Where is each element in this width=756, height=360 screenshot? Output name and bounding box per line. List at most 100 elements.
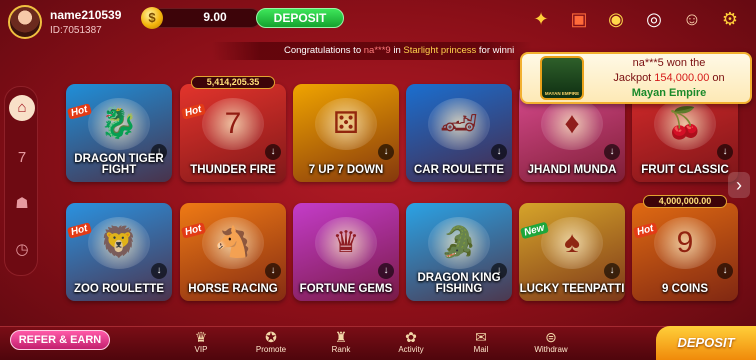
nav-label: Withdraw	[534, 345, 568, 354]
nav-label: Rank	[331, 345, 351, 354]
game-label: LUCKY TEENPATTI	[519, 283, 625, 295]
nav-item-promote[interactable]: ✪ Promote	[246, 329, 296, 354]
nav-item-withdraw[interactable]: ⊜ Withdraw	[526, 329, 576, 354]
game-label: CAR ROULETTE	[413, 164, 505, 176]
jackpot-game: Mayan Empire	[631, 87, 707, 99]
game-tile[interactable]: 9 Hot ↓ 9 COINS	[632, 203, 738, 301]
game-label: HORSE RACING	[188, 283, 278, 295]
game-label: FRUIT CLASSIC	[641, 164, 729, 176]
download-icon[interactable]: ↓	[151, 263, 167, 279]
game-art: 9	[654, 217, 716, 269]
refer-earn-button[interactable]: REFER & EARN	[10, 330, 110, 350]
game-art: 🍒	[654, 98, 716, 150]
game-label: DRAGON TIGER FIGHT	[74, 153, 164, 176]
winner-marquee: Congratulations to na***9 in Starlight p…	[212, 42, 532, 60]
download-icon[interactable]: ↓	[265, 144, 281, 160]
game-tile[interactable]: ♠ New ↓ LUCKY TEENPATTI	[519, 203, 625, 301]
gift-icon[interactable]: ▣	[565, 5, 593, 33]
mail-icon: ✉	[475, 329, 487, 345]
balance-value: 9.00	[203, 10, 227, 24]
jackpot-pool-badge: 4,000,000.00	[643, 195, 727, 208]
scroll-right-arrow-icon[interactable]: ›	[728, 172, 750, 198]
support-agent-icon[interactable]: ☺	[678, 5, 706, 33]
coin-icon: $	[141, 7, 163, 29]
nav-item-rank[interactable]: ♜ Rank	[316, 329, 366, 354]
nav-item-mail[interactable]: ✉ Mail	[456, 329, 506, 354]
marquee-mid: in	[390, 45, 404, 56]
slots-777-icon[interactable]: 7	[9, 145, 35, 171]
game-art: 🦁	[88, 217, 150, 269]
spin-wheel-icon[interactable]: ◉	[602, 5, 630, 33]
people-icon[interactable]: ☗	[9, 191, 35, 217]
jackpot-word: Jackpot	[613, 72, 655, 84]
marquee-prefix: Congratulations to	[284, 45, 364, 56]
game-art: ♦	[541, 98, 603, 150]
nav-label: VIP	[194, 345, 208, 354]
game-art: 🏎	[428, 98, 490, 150]
download-icon[interactable]: ↓	[717, 263, 733, 279]
game-tile[interactable]: 🐴 Hot ↓ HORSE RACING	[180, 203, 286, 301]
avatar[interactable]	[8, 5, 42, 39]
jackpot-pool-badge: 5,414,205.35	[191, 76, 275, 89]
nav-label: Mail	[473, 345, 489, 354]
withdraw-icon: ⊜	[545, 329, 557, 345]
game-art: 🐴	[202, 217, 264, 269]
jackpot-amount-line: Jackpot 154,000.00 on	[594, 72, 744, 84]
promote-icon: ✪	[265, 329, 277, 345]
game-label: 7 UP 7 DOWN	[308, 164, 384, 176]
vip-crown-icon: ♛	[194, 329, 208, 345]
category-rail: ⌂ 7 ☗ ◷	[4, 86, 38, 276]
bottom-bar	[0, 326, 756, 360]
mayan-empire-thumbnail: MAYAN EMPIRE	[540, 56, 584, 100]
marquee-game: Starlight princess	[403, 45, 477, 56]
game-art: 🐊	[428, 217, 490, 269]
user-id: ID:7051387	[50, 25, 102, 36]
download-icon[interactable]: ↓	[378, 263, 394, 279]
activity-gift-icon: ✿	[405, 329, 417, 345]
jackpot-notification: MAYAN EMPIRE na***5 won the Jackpot 154,…	[520, 52, 752, 104]
top-bar: name210539 ID:7051387 $ 9.00 DEPOSIT ✦ ▣…	[0, 0, 756, 42]
game-tile[interactable]: 🏎 ↓ CAR ROULETTE	[406, 84, 512, 182]
game-tile[interactable]: ⚄ ↓ 7 UP 7 DOWN	[293, 84, 399, 182]
game-label: THUNDER FIRE	[190, 164, 276, 176]
gift-box-icon[interactable]: ✦	[527, 5, 555, 33]
nav-item-vip[interactable]: ♛ VIP	[176, 329, 226, 354]
download-icon[interactable]: ↓	[378, 144, 394, 160]
home-icon[interactable]: ⌂	[9, 95, 35, 121]
marquee-suffix: for winni	[476, 45, 515, 56]
game-art: ⚄	[315, 98, 377, 150]
jackpot-winner: na***5 won the	[632, 57, 706, 69]
nav-label: Promote	[255, 345, 287, 354]
game-label: DRAGON KING FISHING	[417, 272, 501, 295]
game-tile[interactable]: 🦁 Hot ↓ ZOO ROULETTE	[66, 203, 172, 301]
nav-label: Activity	[398, 345, 424, 354]
game-art: ♛	[315, 217, 377, 269]
game-art: ♠	[541, 217, 603, 269]
jackpot-on-word: on	[709, 72, 725, 84]
download-icon[interactable]: ↓	[265, 263, 281, 279]
download-icon[interactable]: ↓	[491, 144, 507, 160]
history-icon[interactable]: ◷	[9, 237, 35, 263]
trophy-icon: ♜	[334, 329, 348, 345]
game-label: JHANDI MUNDA	[527, 164, 617, 176]
game-label: FORTUNE GEMS	[299, 283, 393, 295]
game-tile[interactable]: ♛ ↓ FORTUNE GEMS	[293, 203, 399, 301]
gear-icon[interactable]: ⚙	[716, 5, 744, 33]
download-icon[interactable]: ↓	[604, 263, 620, 279]
marquee-user: na***9	[363, 45, 391, 56]
download-icon[interactable]: ↓	[717, 144, 733, 160]
game-label: 9 COINS	[661, 283, 708, 295]
game-tile[interactable]: 7 Hot ↓ THUNDER FIRE	[180, 84, 286, 182]
game-tile[interactable]: 🐉 Hot ↓ DRAGON TIGER FIGHT	[66, 84, 172, 182]
download-icon[interactable]: ↓	[604, 144, 620, 160]
nav-item-activity[interactable]: ✿ Activity	[386, 329, 436, 354]
username: name210539	[50, 8, 122, 22]
game-art: 7	[202, 98, 264, 150]
game-tile[interactable]: 🐊 ↓ DRAGON KING FISHING	[406, 203, 512, 301]
deposit-bottom-button[interactable]: DEPOSIT	[656, 326, 756, 360]
jackpot-amount: 154,000.00	[654, 72, 710, 84]
game-label: ZOO ROULETTE	[73, 283, 165, 295]
deposit-button[interactable]: DEPOSIT	[256, 8, 344, 28]
target-icon[interactable]: ◎	[640, 5, 668, 33]
game-art: 🐉	[88, 98, 150, 150]
